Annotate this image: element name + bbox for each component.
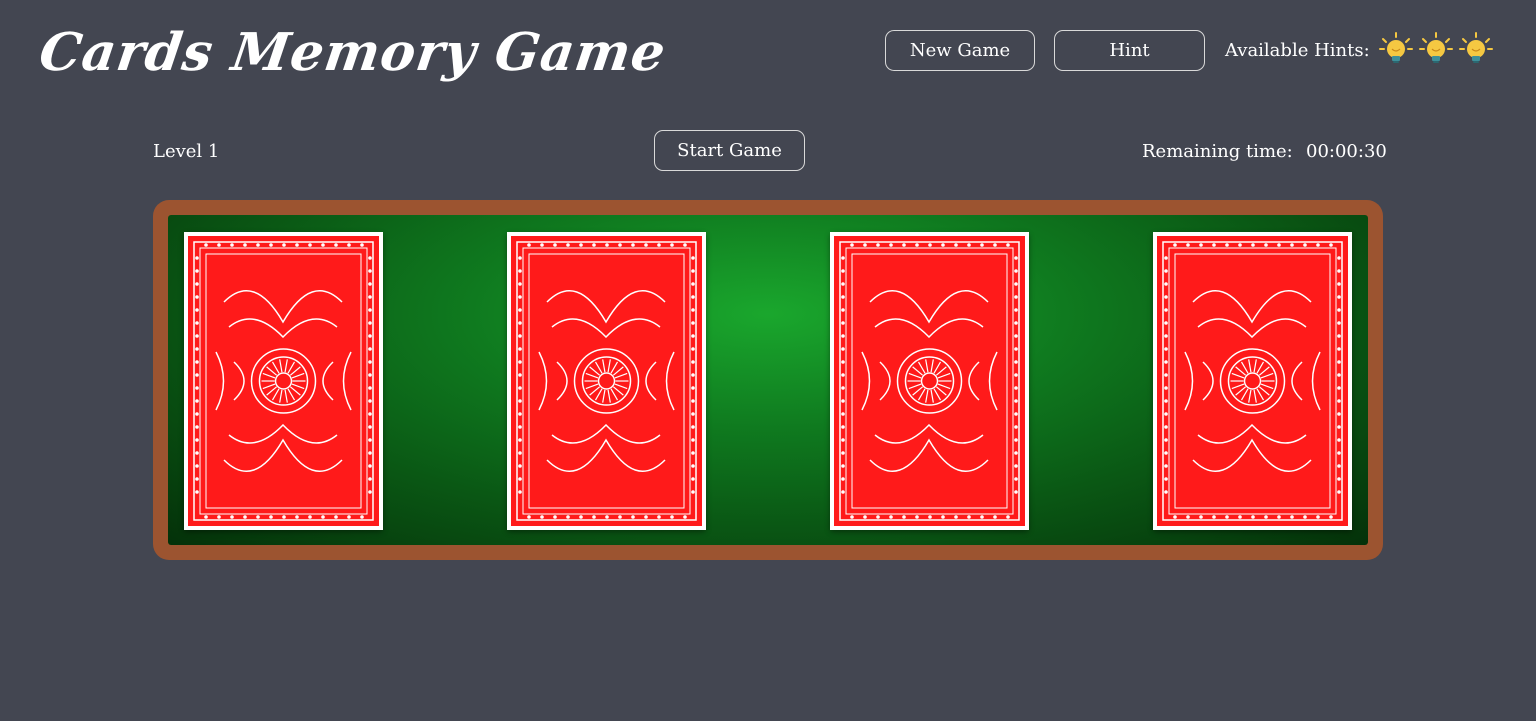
game-board bbox=[153, 200, 1383, 560]
hint-indicators bbox=[1378, 31, 1494, 67]
game-title: Cards Memory Game bbox=[35, 22, 670, 83]
remaining-time-value: 00:00:30 bbox=[1306, 141, 1387, 162]
lightbulb-icon bbox=[1459, 32, 1493, 63]
remaining-time-label: Remaining time: bbox=[1142, 141, 1293, 162]
lightbulb-icon bbox=[1419, 32, 1453, 63]
available-hints-label: Available Hints: bbox=[1225, 40, 1370, 61]
level-indicator: Level 1 bbox=[153, 141, 220, 162]
card-table bbox=[168, 215, 1368, 545]
card-face-down[interactable] bbox=[184, 232, 383, 530]
hint-button[interactable]: Hint bbox=[1054, 30, 1205, 71]
card-face-down[interactable] bbox=[1153, 232, 1352, 530]
new-game-button[interactable]: New Game bbox=[885, 30, 1035, 71]
lightbulb-icon bbox=[1379, 32, 1413, 63]
card-face-down[interactable] bbox=[507, 232, 706, 530]
card-back-pattern bbox=[1153, 232, 1352, 530]
start-game-button[interactable]: Start Game bbox=[654, 130, 805, 171]
card-back-pattern bbox=[830, 232, 1029, 530]
card-back-pattern bbox=[184, 232, 383, 530]
card-back-pattern bbox=[507, 232, 706, 530]
card-face-down[interactable] bbox=[830, 232, 1029, 530]
